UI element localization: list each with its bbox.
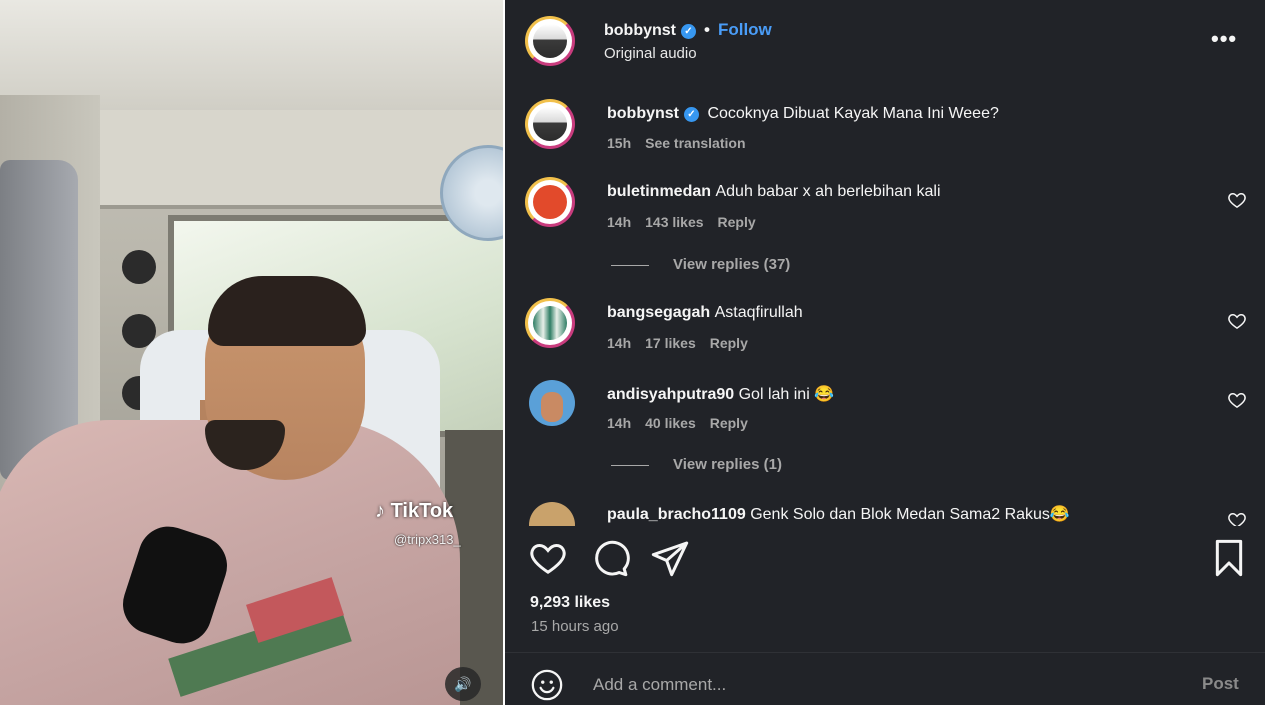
comment-time: 14h <box>607 415 632 431</box>
like-icon[interactable] <box>528 538 568 578</box>
comment-username[interactable]: bangsegagah <box>607 304 710 321</box>
replies-divider <box>611 464 649 466</box>
comment-text: Aduh babar x ah berlebihan kali <box>715 183 941 200</box>
reply-button[interactable]: Reply <box>710 415 748 431</box>
author-username[interactable]: bobbynst <box>604 22 676 39</box>
speaker-icon: 🔊 <box>454 676 472 692</box>
divider <box>505 652 1265 653</box>
commenter-avatar[interactable] <box>525 177 575 227</box>
tiktok-handle: @tripx313_ <box>394 532 461 547</box>
mute-button[interactable]: 🔊 <box>445 667 481 701</box>
see-translation-link[interactable]: See translation <box>645 135 745 151</box>
more-options-button[interactable]: ••• <box>1211 26 1237 52</box>
separator-dot: • <box>704 20 710 39</box>
action-bar <box>505 538 1265 578</box>
comment-time: 14h <box>607 214 632 230</box>
comment-text: Genk Solo dan Blok Medan Sama2 Rakus😂 <box>750 506 1070 523</box>
tiktok-icon: ♪ <box>375 500 385 522</box>
verified-icon: ✓ <box>681 24 696 39</box>
view-replies-button[interactable]: View replies (37) <box>611 256 790 273</box>
comment-username[interactable]: andisyahputra90 <box>607 386 734 403</box>
caption-text: Cocoknya Dibuat Kayak Mana Ini Weee? <box>707 105 999 122</box>
emoji-icon[interactable] <box>530 668 564 702</box>
tiktok-watermark: ♪ TikTok <box>375 500 453 523</box>
commenter-avatar[interactable] <box>529 380 575 426</box>
comment-input[interactable] <box>591 672 1155 698</box>
comment-line: andisyahputra90 Gol lah ini 😂 <box>607 384 834 404</box>
like-comment-icon[interactable] <box>1227 311 1247 331</box>
comment-meta: 14h 143 likes Reply <box>607 214 770 230</box>
bottom-border <box>0 705 1265 711</box>
comment-meta: 14h 17 likes Reply <box>607 335 762 351</box>
verified-icon: ✓ <box>684 107 699 122</box>
comment-meta: 14h 40 likes Reply <box>607 415 762 431</box>
like-count[interactable]: 9,293 likes <box>530 594 610 612</box>
tiktok-label: TikTok <box>390 500 454 522</box>
post-time: 15 hours ago <box>531 618 619 635</box>
comment-username[interactable]: buletinmedan <box>607 183 711 200</box>
view-replies-label: View replies (37) <box>673 256 791 273</box>
view-replies-button[interactable]: View replies (1) <box>611 456 782 473</box>
caption-line: bobbynst ✓ Cocoknya Dibuat Kayak Mana Ini… <box>607 105 999 123</box>
reply-button[interactable]: Reply <box>718 214 756 230</box>
view-replies-label: View replies (1) <box>673 456 782 473</box>
like-comment-icon[interactable] <box>1227 190 1247 210</box>
comment-username[interactable]: paula_bracho1109 <box>607 506 746 523</box>
comment-text: Gol lah ini 😂 <box>738 386 835 403</box>
more-icon: ••• <box>1211 26 1238 51</box>
comment-likes[interactable]: 17 likes <box>645 335 696 351</box>
like-comment-icon[interactable] <box>1227 510 1247 526</box>
reply-button[interactable]: Reply <box>710 335 748 351</box>
post-header: bobbynst ✓ • Follow <box>604 20 772 40</box>
comment-line: buletinmedan Aduh babar x ah berlebihan … <box>607 183 941 201</box>
commenter-avatar[interactable] <box>525 298 575 348</box>
author-avatar[interactable] <box>525 16 575 66</box>
comment: paula_bracho1109 Genk Solo dan Blok Meda… <box>505 500 1265 526</box>
save-icon[interactable] <box>1209 538 1249 578</box>
caption-time[interactable]: 15h <box>607 135 631 151</box>
author-avatar[interactable] <box>525 99 575 149</box>
commenter-avatar[interactable] <box>529 502 575 526</box>
person-hair <box>208 276 366 346</box>
caption-meta: 15h See translation <box>607 135 760 151</box>
comment-line: paula_bracho1109 Genk Solo dan Blok Meda… <box>607 504 1070 524</box>
comment-composer: Post <box>505 662 1265 706</box>
video-player[interactable]: ♪ TikTok @tripx313_ 🔊 <box>0 0 503 705</box>
caption-username[interactable]: bobbynst <box>607 105 679 122</box>
follow-button[interactable]: Follow <box>718 20 772 39</box>
replies-divider <box>611 264 649 266</box>
speaker-grille <box>122 250 156 284</box>
post-sidebar: bobbynst ✓ • Follow Original audio ••• bobb… <box>505 0 1265 705</box>
comment-line: bangsegagah Astaqfirullah <box>607 304 803 322</box>
audio-link[interactable]: Original audio <box>604 45 697 62</box>
comment-likes[interactable]: 143 likes <box>645 214 703 230</box>
comment-text: Astaqfirullah <box>714 304 803 321</box>
comment-time: 14h <box>607 335 632 351</box>
share-icon[interactable] <box>650 538 690 578</box>
like-comment-icon[interactable] <box>1227 390 1247 410</box>
post-button[interactable]: Post <box>1202 674 1239 694</box>
post-modal: ♪ TikTok @tripx313_ 🔊 bobbynst ✓ • Follow O… <box>0 0 1265 711</box>
comment-icon[interactable] <box>590 538 630 578</box>
comment-likes[interactable]: 40 likes <box>645 415 696 431</box>
